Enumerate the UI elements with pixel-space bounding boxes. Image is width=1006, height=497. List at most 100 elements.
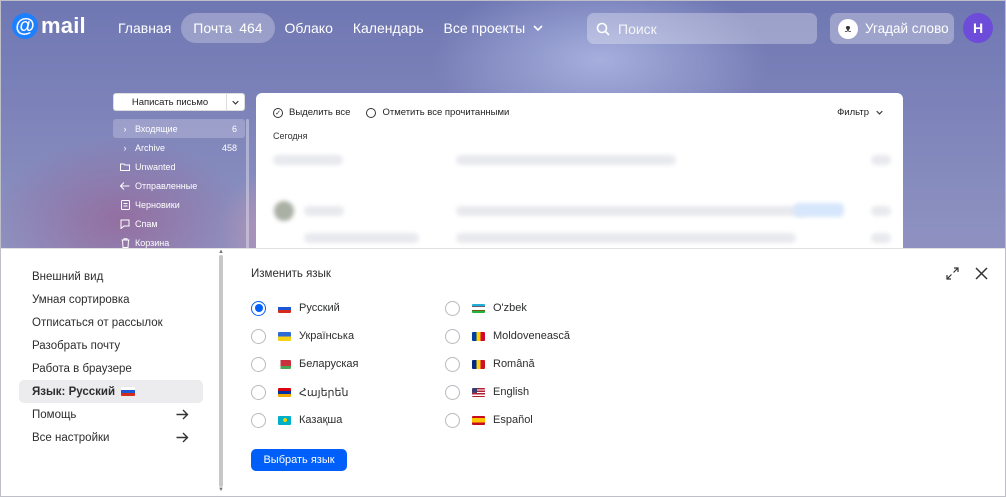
language-list-left: Русский Українська Беларуская Հայերեն Ка… bbox=[251, 294, 359, 434]
flag-uz-icon bbox=[472, 303, 485, 313]
folder-icon bbox=[119, 163, 131, 171]
nav-mail[interactable]: Почта 464 bbox=[181, 13, 275, 43]
radio-button[interactable] bbox=[445, 328, 460, 344]
expand-button[interactable] bbox=[944, 265, 960, 281]
language-option-uz[interactable]: O'zbek bbox=[445, 294, 570, 322]
flag-am-icon bbox=[278, 387, 291, 397]
language-option-am[interactable]: Հայերեն bbox=[251, 378, 359, 406]
blurred-message-row bbox=[456, 155, 676, 165]
chevron-down-icon bbox=[232, 100, 239, 105]
language-option-by[interactable]: Беларуская bbox=[251, 350, 359, 378]
language-label: Română bbox=[493, 358, 535, 370]
flag-ua-icon bbox=[278, 331, 291, 341]
folder-unwanted[interactable]: Unwanted bbox=[113, 157, 245, 176]
nav-home-label: Главная bbox=[118, 20, 172, 36]
check-circle-icon[interactable]: ✓ bbox=[273, 107, 283, 118]
nav-all-projects[interactable]: Все проекты bbox=[434, 13, 554, 43]
close-button[interactable] bbox=[973, 265, 989, 281]
settings-item-appearance[interactable]: Внешний вид bbox=[19, 265, 203, 288]
radio-button[interactable] bbox=[251, 328, 266, 344]
scroll-down-arrow-icon[interactable]: ▼ bbox=[218, 487, 224, 493]
language-label: Moldovenească bbox=[493, 330, 571, 342]
chevron-right-icon: › bbox=[123, 142, 127, 153]
folder-label: Черновики bbox=[135, 199, 180, 210]
radio-button[interactable] bbox=[251, 356, 266, 372]
folder-spam[interactable]: Спам bbox=[113, 214, 245, 233]
nav-cloud-label: Облако bbox=[284, 20, 333, 36]
folder-count: 458 bbox=[221, 142, 237, 153]
folder-scrollbar[interactable] bbox=[246, 119, 249, 249]
language-option-es[interactable]: Español bbox=[445, 406, 570, 434]
expand-icon bbox=[945, 266, 959, 280]
nav-mail-count: 464 bbox=[239, 20, 263, 36]
guess-word-button[interactable]: ᴥ Угадай слово bbox=[830, 13, 954, 44]
blurred-message-row[interactable] bbox=[304, 206, 344, 216]
filter-button[interactable]: Фильтр bbox=[837, 107, 883, 118]
radio-button[interactable] bbox=[251, 384, 266, 400]
sent-icon bbox=[119, 181, 131, 190]
blurred-message-row bbox=[871, 233, 891, 243]
avatar[interactable]: Н bbox=[963, 13, 993, 43]
radio-button[interactable] bbox=[445, 300, 460, 316]
settings-item-label: Язык: Русский bbox=[32, 385, 116, 398]
language-label: Беларуская bbox=[299, 358, 359, 370]
settings-item-browser[interactable]: Работа в браузере bbox=[19, 357, 203, 380]
radio-button[interactable] bbox=[445, 412, 460, 428]
settings-item-label: Внешний вид bbox=[32, 270, 104, 283]
settings-scrollbar[interactable] bbox=[219, 255, 223, 487]
language-label: O'zbek bbox=[493, 302, 527, 314]
flag-md-icon bbox=[472, 331, 485, 341]
nav-cloud[interactable]: Облако bbox=[275, 13, 343, 43]
compose-dropdown-button[interactable] bbox=[226, 94, 244, 110]
language-option-en[interactable]: English bbox=[445, 378, 570, 406]
flag-us-icon bbox=[472, 387, 485, 397]
language-option-kz[interactable]: Казақша bbox=[251, 406, 359, 434]
date-group-header: Сегодня bbox=[273, 131, 308, 141]
language-option-ua[interactable]: Українська bbox=[251, 322, 359, 350]
flag-by-icon bbox=[278, 359, 291, 369]
compose-button[interactable]: Написать письмо bbox=[113, 93, 245, 111]
settings-item-label: Разобрать почту bbox=[32, 339, 121, 352]
language-option-md[interactable]: Moldovenească bbox=[445, 322, 570, 350]
choose-language-button[interactable]: Выбрать язык bbox=[251, 449, 347, 471]
folder-inbox[interactable]: › Входящие 6 bbox=[113, 119, 245, 138]
radio-button[interactable] bbox=[445, 384, 460, 400]
arrow-right-icon bbox=[176, 432, 189, 443]
search-input[interactable]: Поиск bbox=[587, 13, 817, 44]
circle-icon[interactable] bbox=[366, 107, 377, 118]
folder-archive[interactable]: › Archive 458 bbox=[113, 138, 245, 157]
language-list-right: O'zbek Moldovenească Română English Espa… bbox=[445, 294, 570, 434]
settings-item-help[interactable]: Помощь bbox=[19, 403, 203, 426]
settings-item-all-settings[interactable]: Все настройки bbox=[19, 426, 203, 449]
blurred-message-row[interactable] bbox=[273, 155, 343, 165]
settings-item-label: Отписаться от рассылок bbox=[32, 316, 163, 329]
settings-item-sort-mail[interactable]: Разобрать почту bbox=[19, 334, 203, 357]
radio-button[interactable] bbox=[251, 412, 266, 428]
flag-kz-icon bbox=[278, 415, 291, 425]
search-placeholder: Поиск bbox=[618, 20, 657, 37]
folder-label: Archive bbox=[135, 142, 166, 153]
folder-sent[interactable]: Отправленные bbox=[113, 176, 245, 195]
spam-icon bbox=[119, 219, 131, 229]
blurred-message-row bbox=[456, 233, 796, 243]
radio-button[interactable] bbox=[251, 300, 266, 316]
folder-drafts[interactable]: Черновики bbox=[113, 195, 245, 214]
nav-calendar[interactable]: Календарь bbox=[343, 13, 434, 43]
compose-label: Написать письмо bbox=[131, 96, 209, 108]
language-title: Изменить язык bbox=[251, 268, 331, 280]
blurred-message-row[interactable] bbox=[304, 233, 419, 243]
arrow-right-icon bbox=[176, 409, 189, 420]
mark-all-read-button[interactable]: Отметить все прочитанными bbox=[382, 107, 509, 118]
settings-item-language[interactable]: Язык: Русский bbox=[19, 380, 203, 403]
language-label: Español bbox=[493, 414, 533, 426]
search-icon bbox=[596, 22, 610, 36]
language-option-ru[interactable]: Русский bbox=[251, 294, 359, 322]
settings-item-smart-sorting[interactable]: Умная сортировка bbox=[19, 288, 203, 311]
select-all-button[interactable]: Выделить все bbox=[289, 107, 350, 118]
mail-logo[interactable]: @ mail bbox=[12, 13, 86, 39]
settings-item-unsubscribe[interactable]: Отписаться от рассылок bbox=[19, 311, 203, 334]
radio-button[interactable] bbox=[445, 356, 460, 372]
nav-home[interactable]: Главная bbox=[108, 13, 181, 43]
settings-panel: Внешний вид Умная сортировка Отписаться … bbox=[0, 248, 1006, 497]
language-option-ro[interactable]: Română bbox=[445, 350, 570, 378]
